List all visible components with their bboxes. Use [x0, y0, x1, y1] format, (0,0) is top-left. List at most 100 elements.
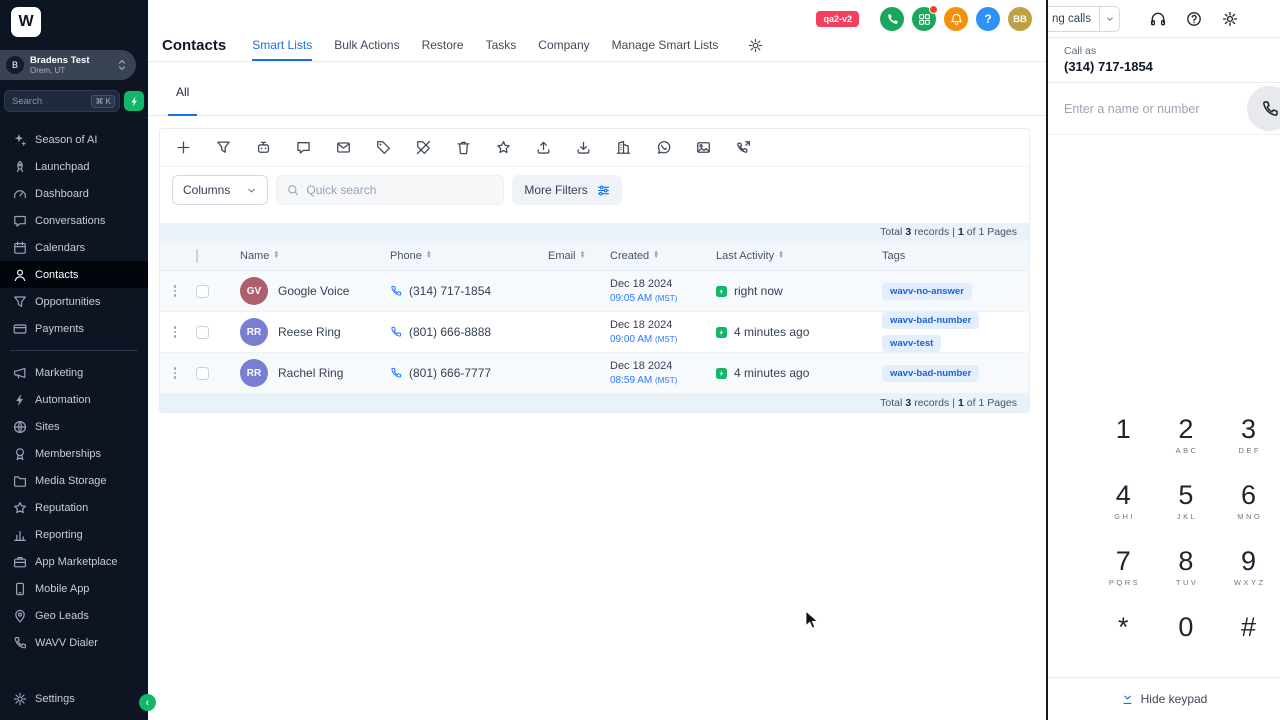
tag-add-button[interactable] [376, 140, 391, 155]
keypad-key-7[interactable]: 7 PQRS [1092, 546, 1155, 612]
keypad-key-4[interactable]: 4 GHI [1092, 480, 1155, 546]
sidebar-collapse-button[interactable]: ‹ [139, 694, 156, 711]
phone-out-button[interactable] [736, 140, 751, 155]
help-button[interactable]: ? [976, 7, 1000, 31]
sidebar-item-mobile-app[interactable]: Mobile App [0, 575, 148, 602]
whatsapp-icon [656, 140, 671, 155]
sidebar-item-season-of-ai[interactable]: Season of AI [0, 126, 148, 153]
notifications-button[interactable] [944, 7, 968, 31]
more-filters-button[interactable]: More Filters [512, 175, 622, 205]
add-button[interactable] [176, 140, 191, 155]
sidebar-item-opportunities[interactable]: Opportunities [0, 288, 148, 315]
sort-icon[interactable]: ▲ ▼ [778, 250, 784, 259]
columns-label: Columns [183, 183, 231, 197]
sidebar-item-marketing[interactable]: Marketing [0, 359, 148, 386]
apps-button[interactable] [912, 5, 938, 31]
tab-restore[interactable]: Restore [422, 30, 464, 61]
keypad-key-9[interactable]: 9 WXYZ [1217, 546, 1280, 612]
keypad-key-*[interactable]: * [1092, 612, 1155, 678]
keypad-key-1[interactable]: 1 [1092, 414, 1155, 480]
quick-actions-button[interactable] [124, 91, 144, 111]
key-letters: DEF [1238, 446, 1261, 456]
tab-tasks[interactable]: Tasks [486, 30, 517, 61]
hide-keypad-button[interactable]: Hide keypad [1121, 692, 1207, 706]
sidebar-item-sites[interactable]: Sites [0, 413, 148, 440]
contact-icon [13, 268, 27, 282]
headset-button[interactable] [1150, 11, 1166, 27]
trash-button[interactable] [456, 140, 471, 155]
sort-icon[interactable]: ▲ ▼ [273, 250, 279, 259]
dialer-settings-button[interactable] [1222, 11, 1238, 27]
smartlist-settings-button[interactable] [748, 38, 763, 53]
sidebar-search-input[interactable]: Search ⌘ K [4, 90, 120, 112]
user-avatar[interactable]: BB [1008, 7, 1032, 31]
sidebar-item-memberships[interactable]: Memberships [0, 440, 148, 467]
image-button[interactable] [696, 140, 711, 155]
keypad-key-2[interactable]: 2 ABC [1155, 414, 1218, 480]
tab-company[interactable]: Company [538, 30, 589, 61]
sidebar-item-media-storage[interactable]: Media Storage [0, 467, 148, 494]
sidebar-item-launchpad[interactable]: Launchpad [0, 153, 148, 180]
app-logo[interactable]: W [11, 7, 41, 37]
sidebar-item-app-marketplace[interactable]: App Marketplace [0, 548, 148, 575]
star-button[interactable] [496, 140, 511, 155]
funnel-button[interactable] [216, 140, 231, 155]
tab-smart-lists[interactable]: Smart Lists [252, 30, 313, 61]
export-button[interactable] [536, 140, 551, 155]
whatsapp-button[interactable] [656, 140, 671, 155]
sidebar-item-reporting[interactable]: Reporting [0, 521, 148, 548]
row-checkbox[interactable] [196, 325, 209, 339]
key-letters: WXYZ [1233, 578, 1266, 588]
sidebar-item-conversations[interactable]: Conversations [0, 207, 148, 234]
columns-dropdown[interactable]: Columns [172, 175, 269, 205]
bot-button[interactable] [256, 140, 271, 155]
dial-call-button[interactable] [1247, 86, 1280, 131]
sidebar-item-reputation[interactable]: Reputation [0, 494, 148, 521]
keypad-key-0[interactable]: 0 [1155, 612, 1218, 678]
calls-dropdown[interactable]: ng calls [1048, 5, 1120, 32]
tab-all[interactable]: All [168, 85, 198, 116]
sort-icon[interactable]: ▲ ▼ [426, 250, 432, 259]
account-switcher[interactable]: B Bradens Test Orem, UT [0, 50, 136, 80]
rocket-icon [13, 160, 27, 174]
sidebar-item-payments[interactable]: Payments [0, 315, 148, 342]
keypad-key-#[interactable]: # [1217, 612, 1280, 678]
sidebar-item-wavv-dialer[interactable]: WAVV Dialer [0, 629, 148, 656]
sidebar-item-contacts[interactable]: Contacts [0, 261, 148, 288]
sidebar-item-dashboard[interactable]: Dashboard [0, 180, 148, 207]
building-button[interactable] [616, 140, 631, 155]
import-button[interactable] [576, 140, 591, 155]
row-menu-button[interactable] [173, 285, 177, 297]
sort-icon[interactable]: ▲ ▼ [653, 250, 659, 259]
collapse-keypad-icon [1121, 693, 1134, 706]
sidebar-item-settings[interactable]: Settings [0, 685, 148, 712]
tab-manage-smart-lists[interactable]: Manage Smart Lists [612, 30, 719, 61]
sidebar-item-label: Conversations [35, 214, 106, 227]
keypad-key-3[interactable]: 3 DEF [1217, 414, 1280, 480]
sidebar-item-automation[interactable]: Automation [0, 386, 148, 413]
table-row[interactable]: GV Google Voice (314) 717-1854 Dec 18 2024 0… [160, 271, 1029, 312]
calls-button[interactable] [880, 7, 904, 31]
table-row[interactable]: RR Rachel Ring (801) 666-7777 Dec 18 2024 08… [160, 353, 1029, 394]
keypad-key-5[interactable]: 5 JKL [1155, 480, 1218, 546]
dial-input[interactable] [1064, 101, 1224, 116]
row-menu-button[interactable] [173, 367, 177, 379]
sort-icon[interactable]: ▲ ▼ [580, 250, 586, 259]
keypad-key-6[interactable]: 6 MNO [1217, 480, 1280, 546]
table-row[interactable]: RR Reese Ring (801) 666-8888 Dec 18 2024 09:… [160, 312, 1029, 353]
mail-button[interactable] [336, 140, 351, 155]
sidebar-item-calendars[interactable]: Calendars [0, 234, 148, 261]
row-checkbox[interactable] [196, 284, 209, 298]
tags-cell: wavv-bad-number [870, 364, 1029, 382]
tag-remove-button[interactable] [416, 140, 431, 155]
row-menu-button[interactable] [173, 326, 177, 338]
keypad-key-8[interactable]: 8 TUV [1155, 546, 1218, 612]
tab-bulk-actions[interactable]: Bulk Actions [334, 30, 399, 61]
tag-add-icon [376, 140, 391, 155]
quick-search-input[interactable] [306, 183, 494, 197]
help-button[interactable] [1186, 11, 1202, 27]
select-all-checkbox[interactable] [196, 248, 198, 263]
chat-button[interactable] [296, 140, 311, 155]
sidebar-item-geo-leads[interactable]: Geo Leads [0, 602, 148, 629]
row-checkbox[interactable] [196, 366, 209, 380]
